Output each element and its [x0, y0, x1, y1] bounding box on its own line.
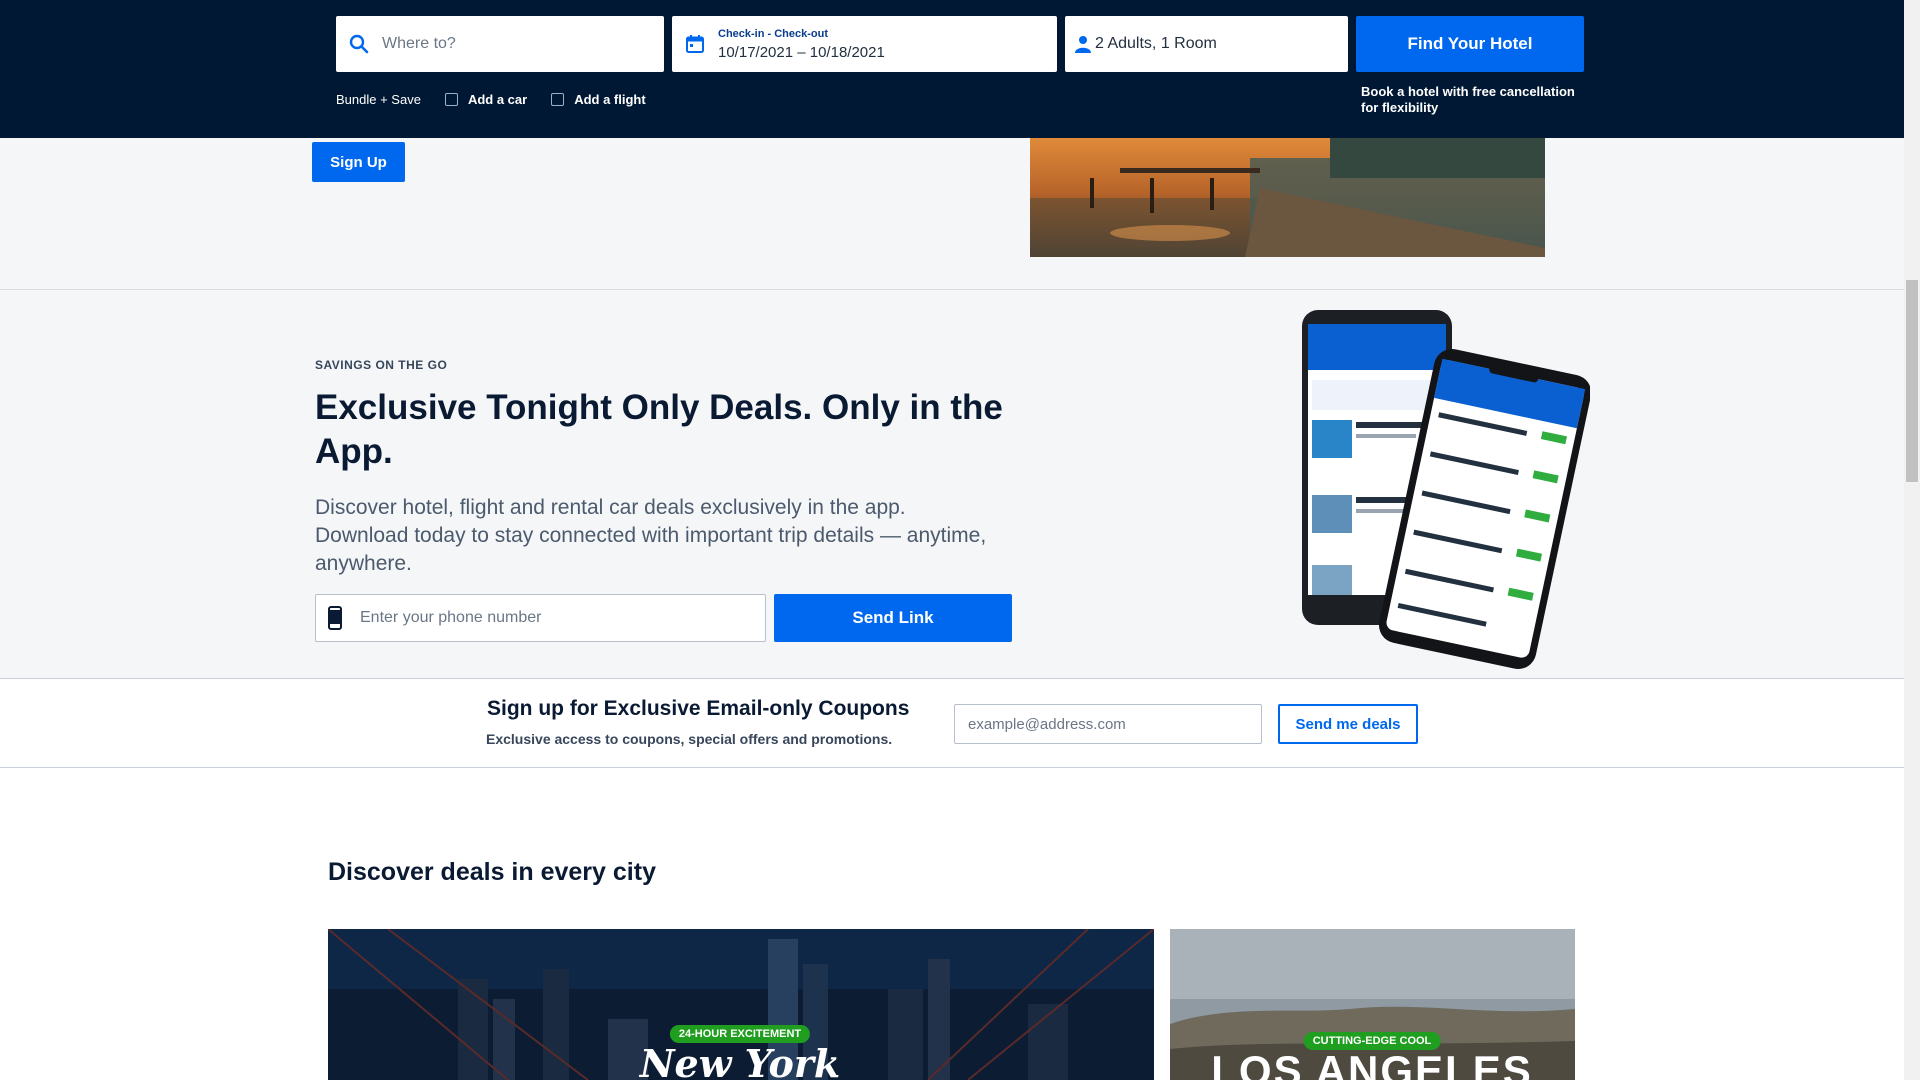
lake-dock-image	[1030, 138, 1545, 257]
deals-section-title: Discover deals in every city	[328, 858, 656, 886]
add-flight-label[interactable]: Add a flight	[574, 92, 646, 107]
page-scrollbar[interactable]	[1904, 0, 1920, 1080]
phone-number-input[interactable]: Enter your phone number	[360, 609, 541, 627]
free-cancellation-note: Book a hotel with free cancellation for …	[1361, 84, 1575, 115]
dates-value[interactable]: 10/17/2021 – 10/18/2021	[718, 44, 885, 61]
email-coupons-subtitle: Exclusive access to coupons, special off…	[486, 731, 893, 747]
dates-label: Check-in - Check-out	[718, 27, 829, 40]
destination-field[interactable]: Where to?	[336, 16, 664, 72]
add-flight-checkbox[interactable]	[551, 93, 565, 106]
add-car-label[interactable]: Add a car	[468, 92, 527, 107]
app-section-title: Exclusive Tonight Only Deals. Only in th…	[315, 388, 1003, 471]
calendar-icon	[684, 33, 706, 55]
phone-number-field[interactable]: Enter your phone number	[315, 594, 766, 642]
email-coupons-band: Sign up for Exclusive Email-only Coupons…	[0, 678, 1904, 768]
city-card-new-york[interactable]: 24-HOUR EXCITEMENT New York	[328, 929, 1154, 1080]
guests-value[interactable]: 2 Adults, 1 Room	[1095, 35, 1217, 53]
email-input[interactable]: example@address.com	[954, 704, 1262, 744]
app-section-description: Discover hotel, flight and rental car de…	[315, 496, 987, 575]
add-car-checkbox[interactable]	[444, 93, 458, 106]
city-name: New York	[639, 1041, 841, 1080]
section-eyebrow: SAVINGS ON THE GO	[315, 358, 448, 372]
city-name: LOS ANGELES	[1211, 1047, 1533, 1080]
bundle-label: Bundle + Save	[336, 92, 421, 107]
app-promo-section: SAVINGS ON THE GO Exclusive Tonight Only…	[0, 290, 1904, 678]
scrollbar-thumb[interactable]	[1906, 280, 1918, 482]
guests-field[interactable]: 2 Adults, 1 Room	[1065, 16, 1348, 72]
search-icon	[348, 33, 370, 55]
top-promo-band: Sign Up	[0, 138, 1904, 290]
sign-up-button[interactable]: Sign Up	[312, 142, 405, 182]
mobile-phone-icon	[328, 605, 344, 631]
email-coupons-title: Sign up for Exclusive Email-only Coupons	[487, 697, 910, 720]
send-me-deals-button[interactable]: Send me deals	[1278, 704, 1418, 744]
destination-input[interactable]: Where to?	[382, 35, 456, 53]
bundle-options: Bundle + Save Add a car Add a flight	[336, 92, 646, 107]
person-icon	[1075, 33, 1091, 55]
city-card-los-angeles[interactable]: CUTTING-EDGE COOL LOS ANGELES	[1170, 929, 1575, 1080]
app-phones-image	[1290, 310, 1592, 670]
dates-field[interactable]: Check-in - Check-out 10/17/2021 – 10/18/…	[672, 16, 1057, 72]
send-link-button[interactable]: Send Link	[774, 594, 1012, 642]
search-header: Where to? Check-in - Check-out 10/17/202…	[0, 0, 1904, 138]
find-hotel-button[interactable]: Find Your Hotel	[1356, 16, 1584, 72]
